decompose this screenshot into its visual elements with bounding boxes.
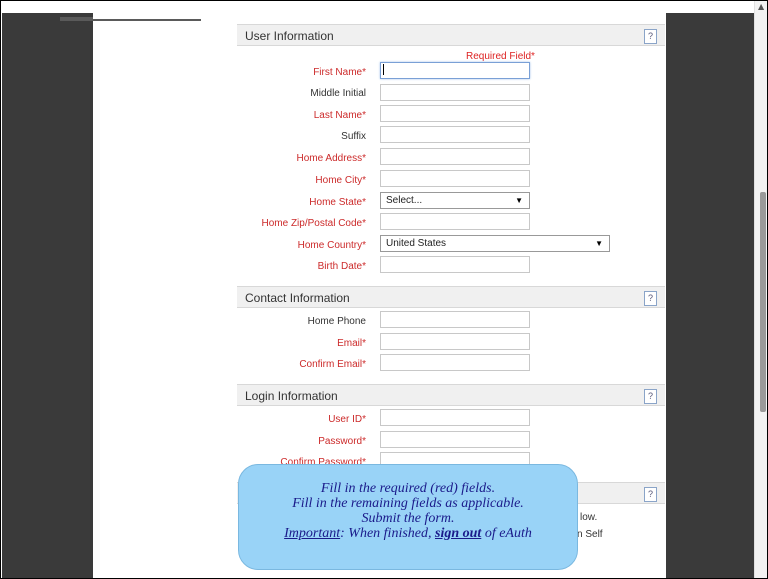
confirm-email-label: Confirm Email* bbox=[299, 359, 366, 370]
dropdown-arrow-icon: ▼ bbox=[595, 239, 603, 248]
confirm-email-input[interactable] bbox=[380, 354, 530, 371]
home-address-label: Home Address* bbox=[296, 153, 366, 164]
instruction-tooltip: Fill in the required (red) fields. Fill … bbox=[238, 464, 578, 570]
tooltip-line-3: Submit the form. bbox=[361, 511, 455, 526]
birth-date-label: Birth Date* bbox=[317, 261, 366, 272]
partial-text-b: n Self bbox=[577, 529, 603, 540]
tooltip-line-4: Important: When finished, sign out of eA… bbox=[239, 526, 577, 541]
suffix-input[interactable] bbox=[380, 126, 530, 143]
tooltip-line-4-mid: : When finished, bbox=[340, 526, 435, 541]
help-icon[interactable]: ? bbox=[644, 389, 657, 404]
home-country-value: United States bbox=[386, 238, 447, 249]
home-zip-label: Home Zip/Postal Code* bbox=[261, 218, 367, 229]
first-name-input[interactable] bbox=[380, 62, 530, 79]
section-user-information: User Information ? bbox=[237, 24, 665, 46]
suffix-label: Suffix bbox=[341, 131, 366, 142]
tooltip-line-1: Fill in the required (red) fields. bbox=[320, 481, 496, 496]
section-title: Contact Information bbox=[245, 291, 350, 305]
help-icon[interactable]: ? bbox=[644, 29, 657, 44]
home-city-label: Home City* bbox=[315, 175, 366, 186]
home-city-input[interactable] bbox=[380, 170, 530, 187]
right-background bbox=[666, 13, 754, 579]
home-country-select[interactable]: United States ▼ bbox=[380, 235, 610, 252]
home-state-select[interactable]: Select... ▼ bbox=[380, 192, 530, 209]
section-title: Login Information bbox=[245, 389, 338, 403]
scroll-up-icon[interactable]: ▲ bbox=[758, 2, 764, 11]
last-name-input[interactable] bbox=[380, 105, 530, 122]
sign-out-link[interactable]: sign out bbox=[435, 526, 481, 541]
tooltip-line-4-end: of eAuth bbox=[481, 526, 532, 541]
partial-text-a: low. bbox=[580, 512, 598, 523]
last-name-label: Last Name* bbox=[313, 110, 366, 121]
tooltip-important: Important bbox=[284, 526, 341, 541]
dropdown-arrow-icon: ▼ bbox=[515, 196, 523, 205]
password-input[interactable] bbox=[380, 431, 530, 448]
tooltip-line-2: Fill in the remaining fields as applicab… bbox=[292, 496, 524, 511]
email-input[interactable] bbox=[380, 333, 530, 350]
home-address-input[interactable] bbox=[380, 148, 530, 165]
first-name-label: First Name* bbox=[313, 67, 366, 78]
home-state-label: Home State* bbox=[309, 197, 366, 208]
help-icon[interactable]: ? bbox=[644, 291, 657, 306]
section-title: User Information bbox=[245, 29, 334, 43]
home-phone-label: Home Phone bbox=[307, 316, 366, 327]
user-id-input[interactable] bbox=[380, 409, 530, 426]
home-phone-input[interactable] bbox=[380, 311, 530, 328]
birth-date-input[interactable] bbox=[380, 256, 530, 273]
home-state-value: Select... bbox=[386, 195, 423, 206]
password-label: Password* bbox=[318, 436, 366, 447]
left-strip bbox=[93, 13, 201, 19]
required-field-note: Required Field* bbox=[466, 51, 535, 62]
home-country-label: Home Country* bbox=[297, 240, 366, 251]
scroll-thumb[interactable] bbox=[760, 192, 766, 412]
home-zip-input[interactable] bbox=[380, 213, 530, 230]
help-icon[interactable]: ? bbox=[644, 487, 657, 502]
section-login-information: Login Information ? bbox=[237, 384, 665, 406]
text-caret bbox=[383, 64, 384, 75]
user-id-label: User ID* bbox=[328, 414, 366, 425]
middle-initial-label: Middle Initial bbox=[310, 88, 366, 99]
middle-initial-input[interactable] bbox=[380, 84, 530, 101]
email-label: Email* bbox=[337, 338, 366, 349]
section-contact-information: Contact Information ? bbox=[237, 286, 665, 308]
left-background bbox=[2, 13, 202, 579]
